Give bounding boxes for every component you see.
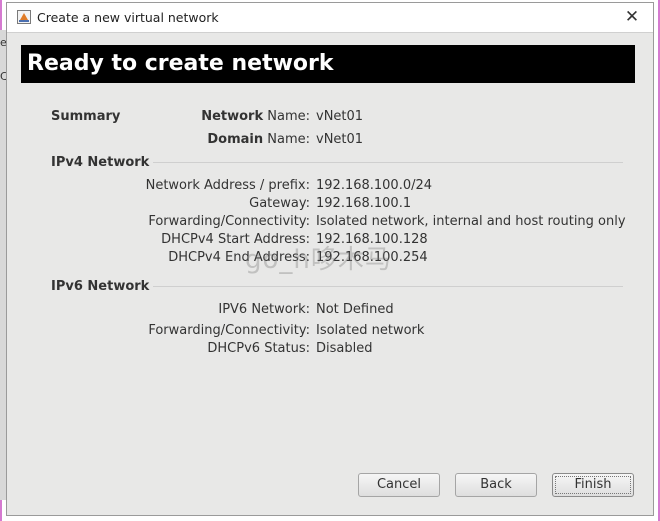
finish-button[interactable]: Finish xyxy=(552,473,634,497)
ipv6-forwarding-label: Forwarding/Connectivity: xyxy=(148,323,310,338)
ipv4-forwarding-value: Isolated network, internal and host rout… xyxy=(316,214,626,229)
ipv4-network-address-label: Network Address / prefix: xyxy=(145,178,310,193)
ipv6-network-value: Not Defined xyxy=(316,302,394,317)
ipv4-gateway-label: Gateway: xyxy=(249,196,310,211)
network-name-value: vNet01 xyxy=(316,109,364,124)
ipv6-heading: IPv6 Network xyxy=(51,279,150,294)
watermark: go_h哆木马 xyxy=(245,245,392,275)
ipv6-network-label: IPV6 Network: xyxy=(218,302,310,317)
finish-button-label: Finish xyxy=(555,476,631,494)
page-title: Ready to create network xyxy=(21,45,635,83)
ipv4-forwarding-label: Forwarding/Connectivity: xyxy=(148,214,310,229)
network-name-label: Network Name: xyxy=(201,109,310,124)
virt-manager-icon xyxy=(17,10,31,24)
ipv4-gateway-value: 192.168.100.1 xyxy=(316,196,412,211)
cancel-button[interactable]: Cancel xyxy=(358,473,440,497)
domain-name-label: Domain Name: xyxy=(207,132,310,147)
summary-heading: Summary xyxy=(51,109,121,124)
ipv4-network-address-value: 192.168.100.0/24 xyxy=(316,178,433,193)
ipv4-separator xyxy=(153,162,623,163)
create-network-dialog: Create a new virtual network ✕ Ready to … xyxy=(6,2,654,516)
ipv6-forwarding-value: Isolated network xyxy=(316,323,425,338)
ipv6-separator xyxy=(153,286,623,287)
back-button[interactable]: Back xyxy=(455,473,537,497)
ipv6-dhcp-status-value: Disabled xyxy=(316,341,373,356)
titlebar[interactable]: Create a new virtual network ✕ xyxy=(7,3,653,33)
domain-name-value: vNet01 xyxy=(316,132,364,147)
close-icon[interactable]: ✕ xyxy=(621,6,643,28)
ipv4-heading: IPv4 Network xyxy=(51,155,150,170)
window-title: Create a new virtual network xyxy=(37,10,219,25)
ipv6-dhcp-status-label: DHCPv6 Status: xyxy=(207,341,310,356)
